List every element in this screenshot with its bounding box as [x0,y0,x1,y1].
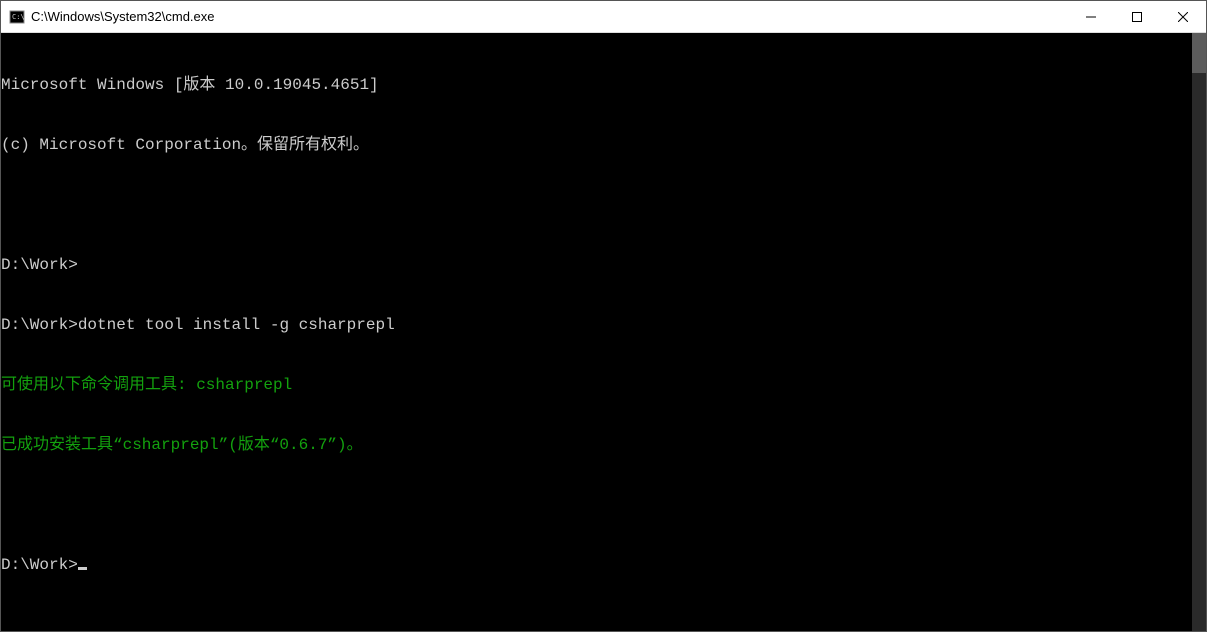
maximize-button[interactable] [1114,1,1160,32]
scrollbar[interactable] [1192,33,1206,631]
prompt-line: D:\Work> [1,555,1192,575]
command-text: dotnet tool install -g csharprepl [78,316,395,334]
prompt-line: D:\Work> [1,255,1192,275]
terminal[interactable]: Microsoft Windows [版本 10.0.19045.4651] (… [1,33,1192,631]
svg-text:C:\: C:\ [12,13,25,21]
window-title: C:\Windows\System32\cmd.exe [31,9,1068,24]
cmd-icon: C:\ [9,9,25,25]
success-line: 可使用以下命令调用工具: csharprepl [1,375,1192,395]
scrollbar-thumb[interactable] [1192,33,1206,73]
titlebar[interactable]: C:\ C:\Windows\System32\cmd.exe [1,1,1206,33]
output-line: Microsoft Windows [版本 10.0.19045.4651] [1,75,1192,95]
minimize-button[interactable] [1068,1,1114,32]
cursor [78,567,87,570]
close-button[interactable] [1160,1,1206,32]
cmd-window: C:\ C:\Windows\System32\cmd.exe Microsof… [0,0,1207,632]
prompt-prefix: D:\Work> [1,316,78,334]
prompt-line: D:\Work>dotnet tool install -g csharprep… [1,315,1192,335]
window-controls [1068,1,1206,32]
prompt-prefix: D:\Work> [1,556,78,574]
blank-line [1,195,1192,215]
blank-line [1,495,1192,515]
output-line: (c) Microsoft Corporation。保留所有权利。 [1,135,1192,155]
terminal-container: Microsoft Windows [版本 10.0.19045.4651] (… [1,33,1206,631]
success-line: 已成功安装工具“csharprepl”(版本“0.6.7”)。 [1,435,1192,455]
